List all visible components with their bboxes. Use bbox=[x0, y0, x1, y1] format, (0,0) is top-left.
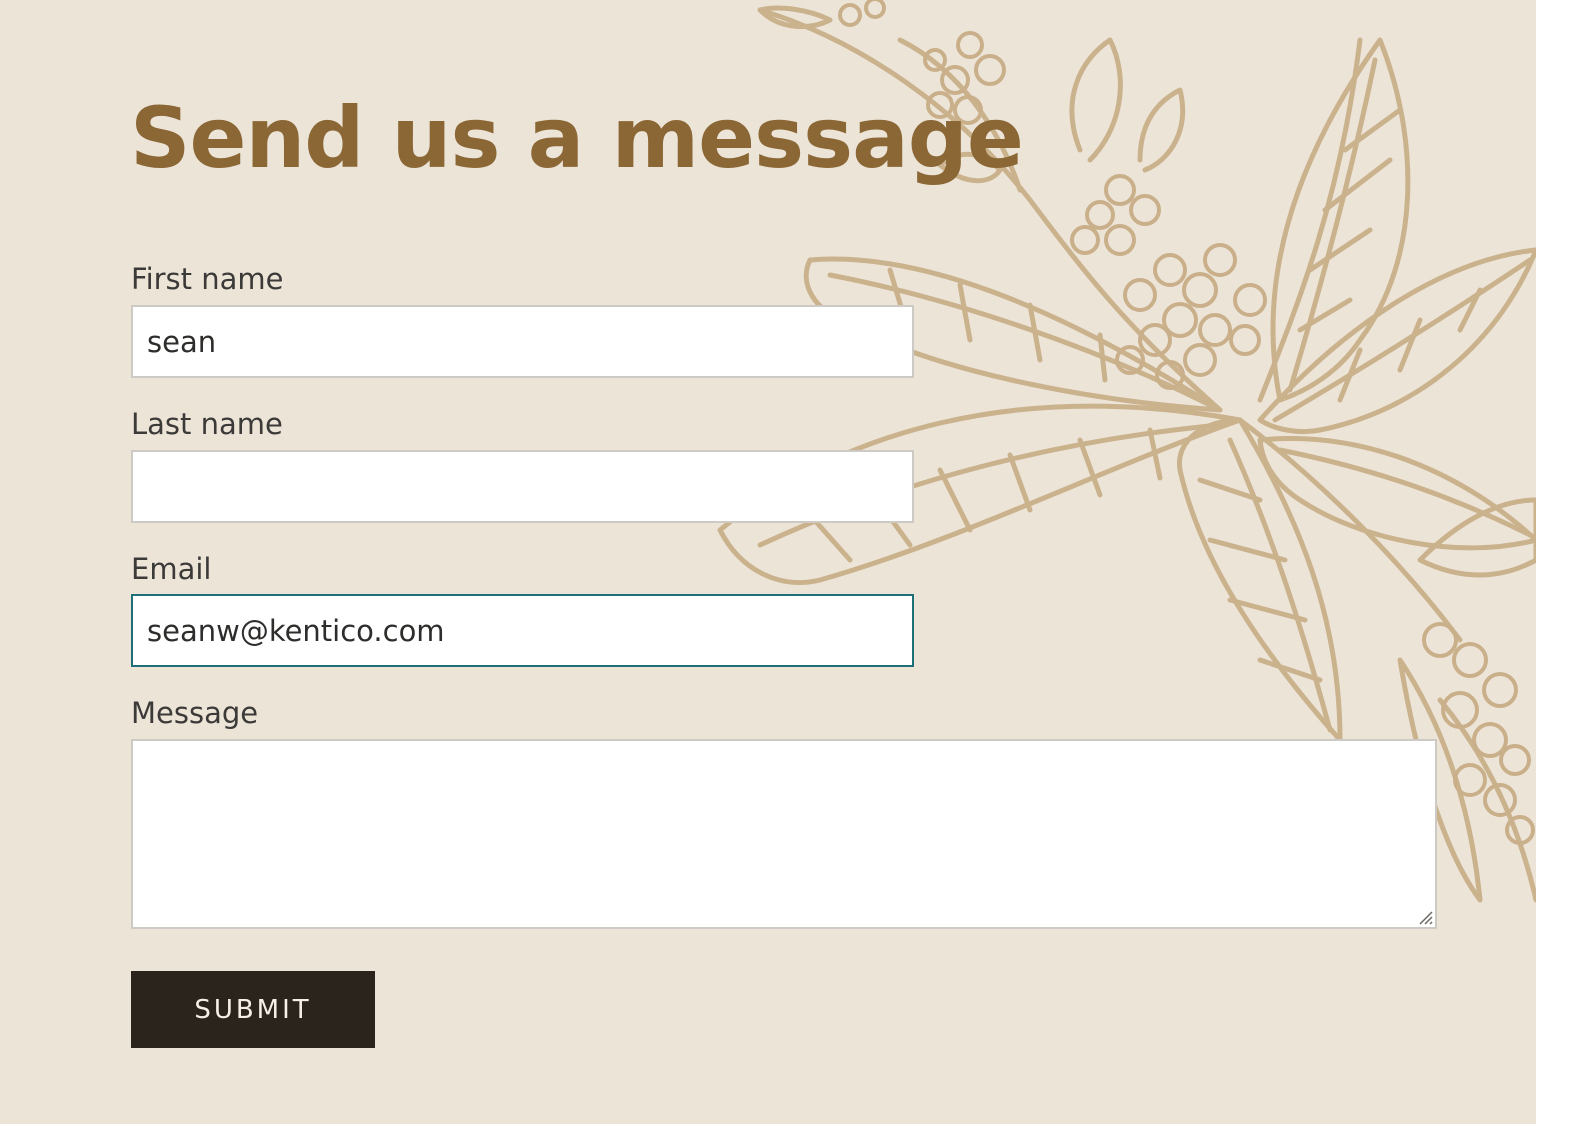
last-name-label: Last name bbox=[131, 407, 283, 441]
page-edge-right bbox=[1536, 0, 1570, 1126]
message-field[interactable] bbox=[131, 739, 1437, 929]
last-name-field[interactable] bbox=[131, 450, 914, 523]
resize-grip-icon[interactable] bbox=[1417, 909, 1433, 925]
first-name-field[interactable] bbox=[131, 305, 914, 378]
submit-button[interactable]: SUBMIT bbox=[131, 971, 375, 1048]
message-label: Message bbox=[131, 696, 259, 730]
contact-page: Send us a message First name Last name E… bbox=[0, 0, 1536, 1126]
first-name-label: First name bbox=[131, 262, 284, 296]
email-label: Email bbox=[131, 552, 212, 586]
page-title: Send us a message bbox=[130, 89, 1024, 187]
email-field[interactable] bbox=[131, 594, 914, 667]
